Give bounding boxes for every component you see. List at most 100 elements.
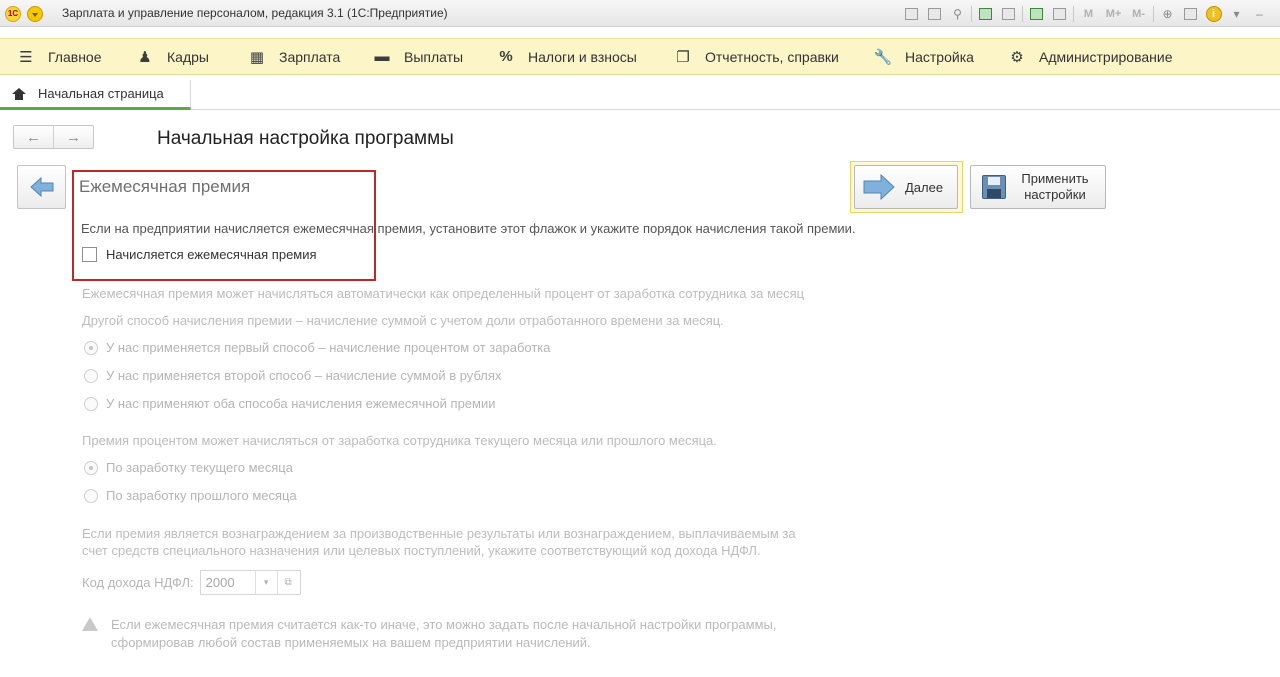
method-option-label: У нас применяют оба способа начисления е… — [106, 396, 496, 411]
base-option-label: По заработку прошлого месяца — [106, 488, 297, 503]
radio-button[interactable] — [84, 396, 98, 411]
radio-button[interactable] — [84, 340, 98, 355]
window-title: Зарплата и управление персоналом, редакц… — [62, 6, 448, 20]
minimize-icon[interactable]: – — [1250, 5, 1269, 23]
warning-line-2: сформировав любой состав применяемых на … — [111, 635, 591, 650]
section-description: Если на предприятии начисляется ежемесяч… — [81, 221, 856, 236]
ndfl-code-label: Код дохода НДФЛ: — [82, 575, 194, 590]
tab-home-label: Начальная страница — [38, 86, 164, 101]
ndfl-note-line-1: Если премия является вознаграждением за … — [82, 526, 796, 541]
documents-icon: ❐ — [676, 48, 690, 66]
method-note-1: Ежемесячная премия может начисляться авт… — [82, 286, 805, 301]
toolbar-separator — [971, 5, 972, 22]
floppy-disk-icon — [982, 175, 1006, 199]
wallet-icon: ▬ — [374, 48, 390, 65]
memory-button[interactable]: M — [1078, 5, 1099, 23]
section-label: Налоги и взносы — [528, 48, 637, 65]
section-label: Главное — [48, 48, 102, 65]
section-taxes[interactable]: % Налоги и взносы — [497, 39, 637, 74]
calculator-icon: ▦ — [249, 48, 265, 66]
section-label: Отчетность, справки — [705, 48, 839, 65]
apply-settings-button[interactable]: Применить настройки — [970, 165, 1106, 209]
app-logo-icon: 1С — [5, 6, 21, 22]
section-settings[interactable]: 🔧 Настройка — [874, 39, 974, 74]
title-bar: 1С Зарплата и управление персоналом, ред… — [0, 0, 1280, 27]
home-icon — [12, 87, 26, 100]
section-personnel[interactable]: ♟ Кадры — [136, 39, 209, 74]
method-option-2[interactable]: У нас применяется второй способ – начисл… — [84, 368, 501, 383]
section-label: Кадры — [167, 48, 209, 65]
tab-home[interactable]: Начальная страница — [0, 80, 191, 110]
page-title: Начальная настройка программы — [157, 128, 454, 149]
history-navigation: ← → — [13, 125, 94, 149]
ndfl-code-row: Код дохода НДФЛ: 2000 ▾ ⧉ — [82, 570, 301, 595]
gear-icon: ⚙ — [1010, 48, 1024, 66]
warning-line-1: Если ежемесячная премия считается как-то… — [111, 617, 777, 632]
previous-step-button[interactable] — [17, 165, 66, 209]
memory-minus-button[interactable]: M- — [1128, 5, 1149, 23]
back-arrow-icon[interactable]: ← — [14, 126, 54, 148]
ndfl-code-value[interactable]: 2000 — [201, 575, 255, 590]
apply-settings-label: Применить настройки — [1021, 171, 1089, 202]
ndfl-code-field[interactable]: 2000 ▾ ⧉ — [199, 570, 301, 595]
radio-button[interactable] — [84, 368, 98, 383]
section-title: Ежемесячная премия — [79, 177, 251, 196]
toolbar-separator — [1153, 5, 1154, 22]
arrow-right-icon — [863, 174, 895, 200]
base-option-label: По заработку текущего месяца — [106, 460, 293, 475]
radio-button[interactable] — [84, 460, 98, 475]
save-icon[interactable] — [902, 5, 921, 23]
zoom-icon[interactable]: ⊕ — [1158, 5, 1177, 23]
panels-icon[interactable] — [1181, 5, 1200, 23]
wrench-icon: 🔧 — [873, 48, 893, 66]
section-label: Настройка — [905, 48, 974, 65]
toolbar-separator — [1073, 5, 1074, 22]
section-reports[interactable]: ❐ Отчетность, справки — [674, 39, 839, 74]
title-toolbar: ⚲ M M+ M- ⊕ i ▾ – — [902, 4, 1273, 23]
warning-icon — [82, 617, 98, 631]
download-icon[interactable] — [976, 5, 995, 23]
percent-icon: % — [499, 48, 513, 65]
dropdown-arrow-icon[interactable]: ▾ — [254, 571, 277, 594]
base-option-current[interactable]: По заработку текущего месяца — [84, 460, 293, 475]
section-payments[interactable]: ▬ Выплаты — [373, 39, 464, 74]
hamburger-menu-icon: ☰ — [19, 48, 33, 66]
info-icon[interactable]: i — [1204, 5, 1223, 23]
main-menu-button[interactable] — [27, 6, 43, 22]
forward-arrow-icon[interactable]: → — [54, 126, 93, 148]
section-salary[interactable]: ▦ Зарплата — [248, 39, 340, 74]
monthly-bonus-checkbox-label[interactable]: Начисляется ежемесячная премия — [106, 247, 317, 262]
calendar-icon[interactable] — [1050, 5, 1069, 23]
radio-button[interactable] — [84, 488, 98, 503]
ndfl-note-line-2: счет средств специального назначения или… — [82, 543, 761, 558]
base-option-previous[interactable]: По заработку прошлого месяца — [84, 488, 297, 503]
warning-text: Если ежемесячная премия считается как-то… — [111, 616, 777, 652]
section-main[interactable]: ☰ Главное — [17, 39, 102, 74]
memory-plus-button[interactable]: M+ — [1103, 5, 1124, 23]
next-button-label: Далее — [905, 179, 944, 195]
method-option-label: У нас применяется первый способ – начисл… — [106, 340, 551, 355]
base-note: Премия процентом может начисляться от за… — [82, 433, 717, 448]
method-note-2: Другой способ начисления премии – начисл… — [82, 313, 724, 328]
attach-icon[interactable] — [999, 5, 1018, 23]
people-icon: ♟ — [138, 48, 152, 66]
section-administration[interactable]: ⚙ Администрирование — [1008, 39, 1173, 74]
open-icon[interactable]: ⧉ — [276, 571, 299, 594]
method-option-1[interactable]: У нас применяется первый способ – начисл… — [84, 340, 551, 355]
chevron-down-icon[interactable]: ▾ — [1227, 5, 1246, 23]
next-button[interactable]: Далее — [854, 165, 958, 209]
section-label: Администрирование — [1039, 48, 1173, 65]
print-icon[interactable] — [925, 5, 944, 23]
toolbar-separator — [1022, 5, 1023, 22]
section-label: Выплаты — [404, 48, 464, 65]
open-tabs-bar: Начальная страница — [0, 76, 1280, 110]
method-option-3[interactable]: У нас применяют оба способа начисления е… — [84, 396, 496, 411]
arrow-left-icon — [29, 177, 53, 197]
sections-panel: ☰ Главное ♟ Кадры ▦ Зарплата ▬ Выплаты %… — [0, 38, 1280, 75]
method-option-label: У нас применяется второй способ – начисл… — [106, 368, 502, 383]
calculator-icon[interactable] — [1027, 5, 1046, 23]
monthly-bonus-checkbox-row[interactable]: Начисляется ежемесячная премия — [82, 247, 317, 262]
preview-icon[interactable]: ⚲ — [948, 5, 967, 23]
section-label: Зарплата — [279, 48, 341, 65]
monthly-bonus-checkbox[interactable] — [82, 247, 97, 262]
